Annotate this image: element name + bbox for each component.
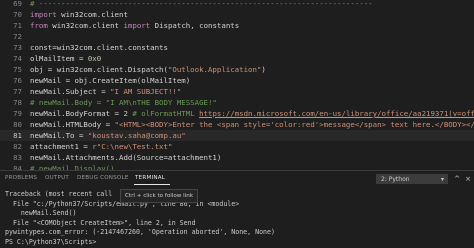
code-line[interactable]: 70 import win32com.client [0,9,474,20]
code-line[interactable]: 84 # newMail.Display() [0,163,474,170]
line-number: 79 [13,109,22,118]
line-number: 75 [13,65,22,74]
code-token: olMailItem = [30,54,88,63]
code-token[interactable]: https://msdn.microsoft.com/en-us/library… [199,109,474,118]
tab-output[interactable]: OUTPUT [45,175,69,181]
line-number: 73 [13,43,22,52]
code-token: import [123,21,151,30]
code-text: # --------------------------------------… [30,0,373,9]
terminal-select-value: 2: Python [381,176,410,183]
line-number: 81 [13,131,22,140]
code-token: win32com.client [56,10,128,19]
code-token: "Outlook.Application" [167,65,262,74]
code-token: newMail = obj.CreateItem(olMailItem) [30,76,191,85]
code-token: newMail.Subject = [30,87,111,96]
tab-terminal[interactable]: TERMINAL [135,175,165,181]
code-line[interactable]: 83 newMail.Attachments.Add(Source=attachm… [0,152,474,163]
line-number: 83 [13,153,22,162]
code-text: newMail.Subject = "I AM SUBJECT!!" [30,86,181,97]
code-text: from win32com.client import Dispatch, co… [30,20,239,31]
code-text: # newMail.Display() [30,163,115,170]
terminal-line: pywintypes.com_error: (-2147467260, 'Ope… [5,228,275,236]
line-number: 72 [13,32,22,41]
code-token: newMail.Attachments.Add(Source=attachmen… [30,153,222,162]
code-token: # --------------------------------------… [30,0,373,8]
code-token: from [30,21,48,30]
maximize-panel-icon[interactable]: ^ [452,174,462,184]
code-text: newMail.BodyFormat = 2 # olFormatHTML ht… [30,108,474,119]
code-token: 0x0 [87,54,102,63]
code-line[interactable]: 77 newMail.Subject = "I AM SUBJECT!!" [0,86,474,97]
line-number: 70 [13,10,22,19]
code-line[interactable]: 72 [0,31,474,42]
close-panel-icon[interactable]: × [463,174,473,184]
line-number: 80 [13,120,22,129]
code-line[interactable]: 81 newMail.To = "koustav.saha@comp.au" [0,130,474,141]
code-token: obj = win32com.client.Dispatch( [30,65,168,74]
code-token: # olFormatHTML [132,109,200,118]
code-line[interactable]: 75 obj = win32com.client.Dispatch("Outloo… [0,64,474,75]
code-token: const=win32com.client.constants [30,43,168,52]
code-line[interactable]: 79 newMail.BodyFormat = 2 # olFormatHTML … [0,108,474,119]
line-number: 69 [13,0,22,8]
code-line[interactable]: 80 newMail.HTMLBody = "<HTML><BODY>Enter … [0,119,474,130]
code-text: newMail.HTMLBody = "<HTML><BODY>Enter th… [30,119,474,130]
code-text: obj = win32com.client.Dispatch("Outlook.… [30,64,266,75]
code-line[interactable]: 71 from win32com.client import Dispatch, … [0,20,474,31]
code-token: # newMail.Body = "I AM\nTHE BODY MESSAGE… [30,98,217,107]
line-number: 71 [13,21,22,30]
code-editor[interactable]: 69 # ------------------------------------… [0,0,474,170]
tab-debug-console[interactable]: DEBUG CONSOLE [77,175,129,181]
line-number: 76 [13,76,22,85]
terminal-line: File "<COMObject CreateItem>", line 2, i… [5,218,196,227]
code-token: ) [261,65,266,74]
code-token: import [30,10,57,19]
link-tooltip: Ctrl + click to follow link [120,189,199,203]
terminal-line: Traceback (most recent call [5,190,113,198]
line-number: 77 [13,87,22,96]
terminal-line: newMail.Send() [5,209,77,217]
code-line[interactable]: 69 # ------------------------------------… [0,0,474,9]
code-text: attachment1 = r"C:\new\Test.txt" [30,141,172,152]
code-text: newMail.To = "koustav.saha@comp.au" [30,130,186,141]
code-token: newMail.HTMLBody = [30,120,115,129]
code-token: attachment1 = [30,142,93,151]
code-text: newMail = obj.CreateItem(olMailItem) [30,75,190,86]
code-text: olMailItem = 0x0 [30,53,101,64]
tab-problems[interactable]: PROBLEMS [5,175,37,181]
code-token: r"C:\new\Test.txt" [92,142,173,151]
code-line[interactable]: 76 newMail = obj.CreateItem(olMailItem) [0,75,474,86]
code-text: # newMail.Body = "I AM\nTHE BODY MESSAGE… [30,97,217,108]
code-text: const=win32com.client.constants [30,42,168,53]
code-token: Dispatch, constants [150,21,240,30]
panel-tabs: PROBLEMS OUTPUT DEBUG CONSOLE TERMINAL 2… [0,171,474,187]
code-line[interactable]: 82 attachment1 = r"C:\new\Test.txt" [0,141,474,152]
code-token: "I AM SUBJECT!!" [110,87,182,96]
line-number: 82 [13,142,22,151]
terminal-line: PS C:\Python37\Scripts> [5,237,101,246]
code-token: "koustav.saha@comp.au" [87,131,186,140]
code-line[interactable]: 78 # newMail.Body = "I AM\nTHE BODY MESSA… [0,97,474,108]
code-text: import win32com.client [30,9,128,20]
code-token: newMail.BodyFormat = [30,109,124,118]
code-token: newMail.To = [30,131,88,140]
code-line[interactable]: 74 olMailItem = 0x0 [0,53,474,64]
chevron-down-icon: ▾ [440,176,444,183]
line-number: 84 [13,164,22,170]
bottom-panel: PROBLEMS OUTPUT DEBUG CONSOLE TERMINAL 2… [0,170,474,248]
active-tab-underline [134,184,170,185]
code-line[interactable]: 73 const=win32com.client.constants [0,42,474,53]
line-number: 74 [13,54,22,63]
terminal-select[interactable]: 2: Python ▾ [376,174,448,184]
code-text: newMail.Attachments.Add(Source=attachmen… [30,152,221,163]
code-token: "<HTML><BODY>Enter the <span style='colo… [114,120,474,129]
code-token: win32com.client [47,21,124,30]
line-number: 78 [13,98,22,107]
